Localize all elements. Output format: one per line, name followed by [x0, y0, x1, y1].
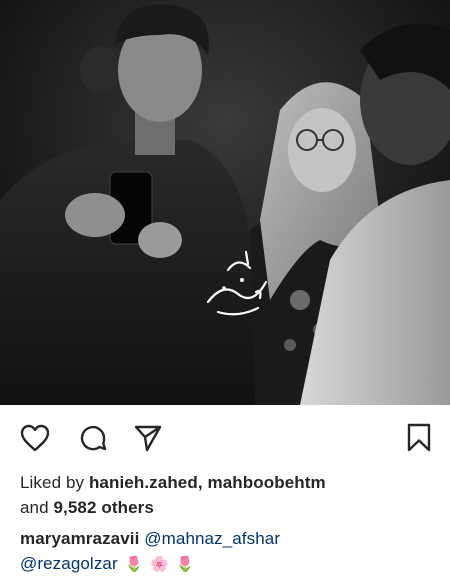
paper-plane-icon[interactable]	[133, 423, 163, 453]
caption-author[interactable]: maryamrazavii	[20, 529, 139, 548]
heart-icon[interactable]	[20, 423, 50, 453]
photo-artwork	[0, 0, 450, 405]
post-photo[interactable]	[0, 0, 450, 405]
tulip-emoji: 🌷	[124, 555, 144, 573]
caption: maryamrazavii @mahnaz_afshar @rezagolzar…	[20, 526, 436, 577]
likes-and: and	[20, 498, 54, 517]
likes-summary: Liked by hanieh.zahed, mahboobehtm and 9…	[20, 470, 436, 520]
action-bar	[0, 405, 450, 467]
watermark-logo	[206, 250, 268, 316]
likes-prefix: Liked by	[20, 473, 89, 492]
comment-icon[interactable]	[78, 423, 108, 453]
mention-link[interactable]: @mahnaz_afshar	[144, 529, 280, 548]
blossom-emoji: 🌸	[150, 555, 169, 573]
likes-count[interactable]: 9,582 others	[54, 498, 154, 517]
bookmark-icon[interactable]	[404, 423, 434, 453]
likes-separator: ,	[197, 473, 208, 492]
mention-link[interactable]: @rezagolzar	[20, 554, 118, 573]
instagram-post: Liked by hanieh.zahed, mahboobehtm and 9…	[0, 0, 450, 588]
tulip-emoji: 🌷	[175, 555, 195, 573]
liker-username[interactable]: hanieh.zahed	[89, 473, 198, 492]
liker-username[interactable]: mahboobehtm	[208, 473, 326, 492]
